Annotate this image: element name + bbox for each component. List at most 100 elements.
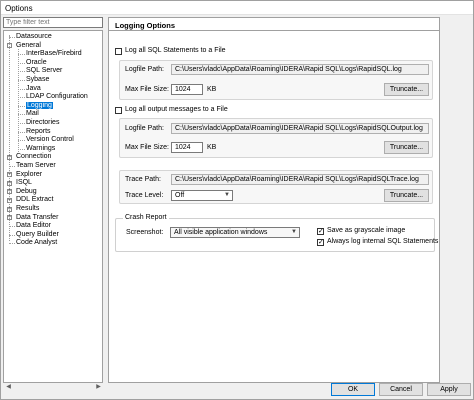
tree-item-label: Code Analyst xyxy=(16,239,58,247)
tree-item-mail[interactable]: Mail xyxy=(26,110,39,118)
grayscale-label: Save as grayscale image xyxy=(327,227,406,234)
output-logfile-path-label: Logfile Path: xyxy=(125,125,164,132)
tree-item-ldap-configuration[interactable]: LDAP Configuration xyxy=(26,93,88,101)
filter-input[interactable] xyxy=(3,17,103,28)
output-max-size-label: Max File Size: xyxy=(125,144,169,151)
tree-item-label: Explorer xyxy=(16,170,43,178)
tree-item-warnings[interactable]: Warnings xyxy=(26,145,55,153)
tree-item-version-control[interactable]: Version Control xyxy=(26,136,74,144)
tree-connector xyxy=(9,243,15,245)
tree-connector xyxy=(18,140,25,142)
screenshot-select[interactable]: All visible application windows ▼ xyxy=(170,227,300,238)
tree-item-label: Data Transfer xyxy=(16,213,59,221)
tree-item-label: General xyxy=(16,41,41,49)
tree-item-data-transfer[interactable]: Data Transfer xyxy=(16,214,58,222)
tree-item-query-builder[interactable]: Query Builder xyxy=(16,231,59,239)
tree-item-label: ISQL xyxy=(16,179,32,187)
tree-item-label: Data Editor xyxy=(16,222,52,230)
tree-item-label: Directories xyxy=(26,119,60,126)
tree-item-label: SQL Server xyxy=(26,67,63,75)
grayscale-checkbox[interactable] xyxy=(317,227,324,235)
tree-item-general[interactable]: General xyxy=(16,42,41,50)
tree-item-sybase[interactable]: Sybase xyxy=(26,76,49,84)
tree-item-label: InterBase/Firebird xyxy=(26,50,82,58)
panel-title: Logging Options xyxy=(115,21,175,30)
sql-max-size-input[interactable]: 1024 xyxy=(171,84,203,95)
tree-item-label: Results xyxy=(16,205,40,212)
sql-truncate-button[interactable]: Truncate... xyxy=(384,83,429,96)
tree-item-sql-server[interactable]: SQL Server xyxy=(26,67,62,75)
tree-item-label: Reports xyxy=(26,127,51,135)
tree-item-code-analyst[interactable]: Code Analyst xyxy=(16,239,57,247)
trace-truncate-button[interactable]: Truncate... xyxy=(384,189,429,202)
tree-item-label: Version Control xyxy=(26,136,74,144)
tree-item-explorer[interactable]: Explorer xyxy=(16,171,42,179)
tree-item-label: Sybase xyxy=(26,76,50,83)
log-output-checkbox[interactable] xyxy=(115,107,122,114)
tree-item-data-editor[interactable]: Data Editor xyxy=(16,222,51,230)
tree-guide xyxy=(18,48,19,152)
tree-item-isql[interactable]: ISQL xyxy=(16,179,32,187)
tree-item-label: Mail xyxy=(26,110,39,118)
output-size-unit: KB xyxy=(207,144,217,151)
tree-connector xyxy=(18,105,25,107)
tree-connector xyxy=(18,88,25,90)
tree-connector xyxy=(18,71,25,73)
tree-item-team-server[interactable]: Team Server xyxy=(16,162,56,170)
sql-max-size-label: Max File Size: xyxy=(125,86,169,93)
tree-item-oracle[interactable]: Oracle xyxy=(26,59,47,67)
tree-item-directories[interactable]: Directories xyxy=(26,119,59,127)
cancel-button[interactable]: Cancel xyxy=(379,383,423,396)
tree-connector xyxy=(18,123,25,124)
apply-button[interactable]: Apply xyxy=(427,383,471,396)
always-log-checkbox[interactable] xyxy=(317,238,324,246)
trace-group: Trace Path: C:\Users\vladc\AppData\Roami… xyxy=(119,170,433,204)
trace-path-field[interactable]: C:\Users\vladc\AppData\Roaming\IDERA\Rap… xyxy=(171,174,429,185)
output-max-size-input[interactable]: 1024 xyxy=(171,142,203,153)
sql-logfile-path-label: Logfile Path: xyxy=(125,66,164,73)
chevron-down-icon: ▼ xyxy=(224,192,230,198)
log-sql-label: Log all SQL Statements to a File xyxy=(125,47,226,54)
tree-connector xyxy=(18,80,25,81)
tree-item-interbase-firebird[interactable]: InterBase/Firebird xyxy=(26,50,82,58)
title-bar[interactable]: Options xyxy=(1,1,473,15)
tree-item-label: Connection xyxy=(16,153,52,161)
log-sql-checkbox[interactable] xyxy=(115,48,122,55)
tree-item-logging[interactable]: Logging xyxy=(26,101,53,110)
scroll-right-icon[interactable]: ▶ xyxy=(95,384,102,391)
tree-item-java[interactable]: Java xyxy=(26,85,41,93)
output-logfile-path-field[interactable]: C:\Users\vladc\AppData\Roaming\IDERA\Rap… xyxy=(171,123,429,134)
tree-item-debug[interactable]: Debug xyxy=(16,188,37,196)
scroll-left-icon[interactable]: ◀ xyxy=(5,384,12,391)
tree-connector xyxy=(18,131,25,133)
tree-item-label: Warnings xyxy=(26,144,56,152)
tree-item-ddl-extract[interactable]: DDL Extract xyxy=(16,196,53,204)
tree-item-label: Java xyxy=(26,84,41,92)
options-tree: Datasource General - InterBase/Firebird Orac… xyxy=(3,30,103,383)
output-truncate-button[interactable]: Truncate... xyxy=(384,141,429,154)
panel-header: Logging Options xyxy=(108,17,440,31)
tree-item-datasource[interactable]: Datasource xyxy=(16,33,52,41)
trace-level-select[interactable]: Off ▼ xyxy=(171,190,233,201)
chevron-down-icon: ▼ xyxy=(291,229,297,235)
ok-button[interactable]: OK xyxy=(331,383,375,396)
trace-level-label: Trace Level: xyxy=(125,192,164,199)
crash-report-legend: Crash Report xyxy=(123,214,169,222)
tree-item-results[interactable]: Results xyxy=(16,205,39,213)
trace-path-label: Trace Path: xyxy=(125,176,161,183)
output-log-group: Logfile Path: C:\Users\vladc\AppData\Roa… xyxy=(119,118,433,158)
sql-size-unit: KB xyxy=(207,86,217,93)
tree-connector xyxy=(18,54,25,56)
window-title: Options xyxy=(5,4,33,13)
tree-item-label: Debug xyxy=(16,187,37,195)
tree-item-connection[interactable]: Connection xyxy=(16,153,51,161)
always-log-label: Always log internal SQL Statements xyxy=(327,238,439,245)
tree-connector xyxy=(18,62,25,64)
tree-item-reports[interactable]: Reports xyxy=(26,128,51,136)
log-output-label: Log all output messages to a File xyxy=(125,106,228,113)
tree-item-label: Query Builder xyxy=(16,230,59,238)
screenshot-value: All visible application windows xyxy=(174,229,268,236)
sql-logfile-path-field[interactable]: C:\Users\vladc\AppData\Roaming\IDERA\Rap… xyxy=(171,64,429,75)
tree-guide xyxy=(9,35,10,242)
screenshot-label: Screenshot: xyxy=(126,229,164,236)
